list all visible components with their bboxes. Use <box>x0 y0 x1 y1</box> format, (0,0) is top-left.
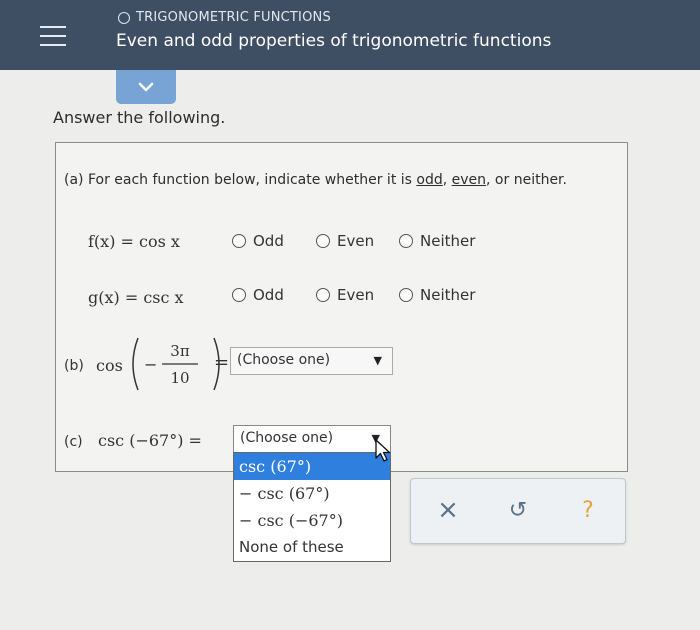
cos-label: cos <box>96 356 123 375</box>
part-b-select[interactable]: (Choose one) ▼ <box>230 347 393 375</box>
radio-f-odd[interactable]: Odd <box>232 232 284 250</box>
part-b-label: (b) <box>64 358 84 374</box>
part-a-prompt: (a) For each function below, indicate wh… <box>64 172 567 188</box>
question-box <box>55 142 628 472</box>
radio-f-neither[interactable]: Neither <box>399 232 475 250</box>
chevron-down-icon <box>138 82 154 92</box>
radio-circle-icon <box>316 288 330 302</box>
undo-button[interactable]: ↺ <box>503 495 533 525</box>
radio-f-even[interactable]: Even <box>316 232 374 250</box>
part-c-label: (c) <box>64 434 83 450</box>
radio-circle-icon <box>399 288 413 302</box>
denominator: 10 <box>170 369 189 387</box>
undo-icon: ↺ <box>508 497 528 523</box>
equals-sign: = <box>214 352 230 373</box>
part-c-select[interactable]: (Choose one) ▼ <box>233 425 391 453</box>
radio-circle-icon <box>399 234 413 248</box>
help-icon: ? <box>582 497 594 523</box>
menu-icon[interactable] <box>40 26 66 46</box>
part-c-dropdown-list: csc (67°) − csc (67°) − csc (−67°) None … <box>233 452 391 562</box>
radio-g-odd[interactable]: Odd <box>232 286 284 304</box>
top-bar: TRIGONOMETRIC FUNCTIONS Even and odd pro… <box>0 0 700 70</box>
close-icon: × <box>437 495 459 525</box>
clear-button[interactable]: × <box>433 495 463 525</box>
dropdown-option[interactable]: − csc (67°) <box>234 480 390 507</box>
function-f: f(x) = cos x <box>88 232 180 251</box>
minus-sign: − <box>144 355 157 374</box>
function-g: g(x) = csc x <box>88 288 184 307</box>
radio-g-neither[interactable]: Neither <box>399 286 475 304</box>
instruction-text: Answer the following. <box>53 108 226 127</box>
topic-label: TRIGONOMETRIC FUNCTIONS <box>118 10 331 25</box>
even-link: even <box>451 172 487 188</box>
dropdown-option[interactable]: None of these <box>234 534 390 561</box>
help-button[interactable]: ? <box>573 495 603 525</box>
radio-g-even[interactable]: Even <box>316 286 374 304</box>
dropdown-option[interactable]: csc (67°) <box>234 453 390 480</box>
mouse-cursor-icon <box>375 439 391 462</box>
page-title: Even and odd properties of trigonometric… <box>116 31 552 51</box>
dropdown-option[interactable]: − csc (−67°) <box>234 507 390 534</box>
part-c-expression: csc (−67°) = <box>98 431 202 450</box>
expand-button[interactable] <box>116 70 176 104</box>
fraction-expression: − 3π 10 <box>132 337 220 391</box>
action-panel: × ↺ ? <box>410 478 626 544</box>
odd-link: odd <box>416 172 443 188</box>
radio-circle-icon <box>232 234 246 248</box>
dropdown-arrow-icon: ▼ <box>373 354 382 367</box>
numerator: 3π <box>170 342 190 360</box>
radio-circle-icon <box>316 234 330 248</box>
radio-circle-icon <box>232 288 246 302</box>
topic-circle-icon <box>118 11 130 24</box>
left-paren <box>132 337 139 391</box>
